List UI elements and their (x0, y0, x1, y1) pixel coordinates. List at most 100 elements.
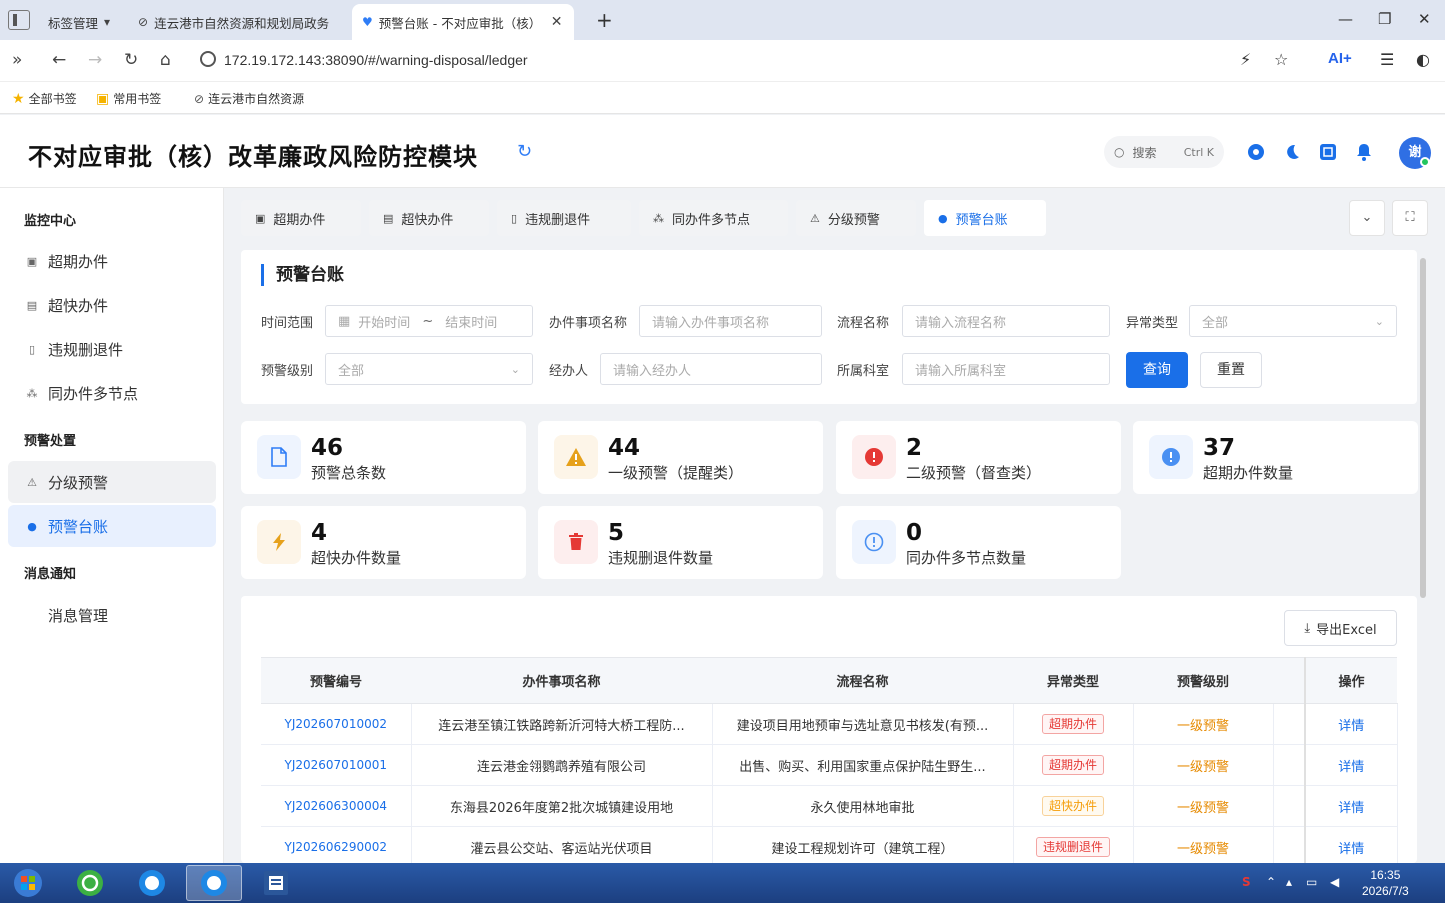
fullscreen-button[interactable]: ⛶ (1392, 200, 1428, 236)
menu-icon[interactable]: ☰ (1380, 50, 1394, 69)
browser-tab-label: 预警台账 - 不对应审批（核）改 (378, 15, 539, 31)
time-range-picker[interactable]: ▦ 开始时间 ~ 结束时间 (325, 305, 533, 337)
star-icon[interactable]: ☆ (1274, 50, 1288, 69)
home-icon[interactable]: ⌂ (160, 50, 171, 70)
handler-input[interactable]: 请输入经办人 (600, 353, 822, 385)
anomaly-badge: 超快办件 (1041, 796, 1104, 816)
new-tab-icon[interactable]: + (596, 8, 613, 32)
restore-icon[interactable]: ❐ (1378, 10, 1391, 28)
show-hidden-icon[interactable]: ▴ (1286, 875, 1292, 889)
bell-icon[interactable] (1355, 143, 1373, 161)
network-icon[interactable]: ▭ (1306, 875, 1317, 889)
taskbar-app-word-icon[interactable] (248, 865, 304, 901)
stat-card-multinode: 0 同办件多节点数量 (836, 506, 1121, 579)
detail-link[interactable]: 详情 (1338, 760, 1364, 775)
tab-multinode[interactable]: ⁂ 同办件多节点 (639, 200, 788, 236)
extension-icon[interactable]: ◐ (1416, 50, 1430, 69)
moon-icon[interactable] (1283, 143, 1301, 161)
taskbar-app-browser-active-icon[interactable] (186, 865, 242, 901)
sidebar-item-ledger[interactable]: ● 预警台账 (8, 505, 216, 547)
page-scrollbar[interactable] (1419, 250, 1427, 860)
ai-button[interactable]: AI+ (1328, 50, 1352, 67)
process-input[interactable]: 请输入流程名称 (902, 305, 1110, 337)
warning-id-link[interactable]: YJ202607010001 (285, 758, 388, 772)
search-input[interactable]: ○ 搜索 Ctrl K (1104, 136, 1224, 168)
tab-ledger[interactable]: ● 预警台账 (924, 200, 1046, 236)
item-name-cell: 东海县2026年度第2批次城镇建设用地 (411, 785, 713, 827)
sidebar-item-messages[interactable]: 消息管理 (8, 594, 216, 636)
fullscreen-icon[interactable] (1319, 143, 1337, 161)
stat-label: 预警总条数 (311, 464, 387, 482)
url-field[interactable]: 172.19.172.143:38090/#/warning-disposal/… (224, 52, 528, 68)
sidebar-item-deleted[interactable]: ▯ 违规删退件 (8, 328, 216, 370)
export-excel-button[interactable]: ⤓ 导出Excel (1284, 610, 1397, 646)
stat-card-fast: 4 超快办件数量 (241, 506, 526, 579)
browser-tab-bookmarks[interactable]: 标签管理 ▾ (38, 4, 120, 40)
column-header[interactable]: 异常类型 (1013, 657, 1133, 704)
table-row: YJ202607010002 连云港至镇江铁路跨新沂河特大桥工程防... 建设项… (261, 703, 1398, 745)
tabs-dropdown-button[interactable]: ⌄ (1349, 200, 1385, 236)
os-taskbar: S ⌃ ▴ ▭ ◀ 16:35 2026/7/3 (0, 863, 1445, 903)
column-header[interactable]: 预警级别 (1133, 657, 1273, 704)
back-icon[interactable]: ← (52, 50, 66, 70)
browser-tab-bureau[interactable]: ⊘ 连云港市自然资源和规划局政务 (128, 4, 338, 40)
item-name-input[interactable]: 请输入办件事项名称 (639, 305, 822, 337)
column-header[interactable]: 办件事项名称 (411, 657, 712, 704)
tab-fast[interactable]: ▤ 超快办件 (369, 200, 489, 236)
query-button[interactable]: 查询 (1126, 352, 1188, 388)
reload-icon[interactable]: ↻ (124, 50, 138, 70)
detail-link[interactable]: 详情 (1338, 842, 1364, 857)
sidebar-item-label: 同办件多节点 (48, 384, 139, 403)
card-title: 预警台账 (261, 264, 344, 286)
tab-label: 预警台账 (955, 212, 1008, 228)
minimize-icon[interactable]: — (1338, 10, 1353, 28)
tab-deleted[interactable]: ▯ 违规删退件 (497, 200, 631, 236)
volume-icon[interactable]: ◀ (1330, 875, 1339, 889)
close-window-icon[interactable]: ✕ (1418, 10, 1431, 28)
ime-icon[interactable]: S (1242, 875, 1251, 889)
taskbar-app-refresh-icon[interactable] (62, 865, 118, 901)
bookmark-all[interactable]: ★ 全部书签 (12, 90, 77, 107)
anomaly-select[interactable]: 全部 ⌄ (1189, 305, 1397, 337)
reset-button[interactable]: 重置 (1200, 352, 1262, 388)
warning-id-link[interactable]: YJ202607010002 (285, 717, 388, 731)
record-icon[interactable] (1247, 143, 1265, 161)
dept-input[interactable]: 请输入所属科室 (902, 353, 1110, 385)
nodes-icon: ⁂ (26, 386, 38, 400)
filter-card: 预警台账 时间范围 ▦ 开始时间 ~ 结束时间 办件事项名称 请输入办件事项名称… (241, 250, 1417, 404)
sidebar-toggle-icon[interactable] (8, 10, 30, 30)
system-clock[interactable]: 16:35 2026/7/3 (1362, 867, 1409, 899)
scrollbar-thumb[interactable] (1420, 258, 1426, 598)
stat-label: 超快办件数量 (311, 549, 402, 567)
warning-id-link[interactable]: YJ202606300004 (285, 799, 388, 813)
level-select[interactable]: 全部 ⌄ (325, 353, 533, 385)
refresh-icon[interactable]: ↻ (517, 141, 532, 162)
column-header[interactable]: 预警编号 (261, 657, 411, 704)
anomaly-badge: 超期办件 (1041, 755, 1104, 775)
sidebar-item-multinode[interactable]: ⁂ 同办件多节点 (8, 372, 216, 414)
sidebar-item-fast[interactable]: ▤ 超快办件 (8, 284, 216, 326)
sidebar-item-graded-warning[interactable]: ⚠ 分级预警 (8, 461, 216, 503)
expand-icon[interactable]: » (12, 50, 22, 70)
alarm-icon: ⚠ (810, 211, 820, 225)
bookmark-bureau[interactable]: ⊘ 连云港市自然资源 (194, 90, 304, 107)
taskbar-app-browser-icon[interactable] (124, 865, 180, 901)
detail-link[interactable]: 详情 (1338, 719, 1364, 734)
tab-graded-warning[interactable]: ⚠ 分级预警 (796, 200, 916, 236)
tab-label: 分级预警 (827, 212, 880, 228)
start-button[interactable] (0, 865, 56, 901)
bookmark-common[interactable]: ▣ 常用书签 (96, 90, 161, 107)
detail-link[interactable]: 详情 (1338, 801, 1364, 816)
close-tab-icon[interactable]: ✕ (551, 14, 563, 30)
browser-tab-ledger[interactable]: ♥ 预警台账 - 不对应审批（核）改 ✕ (352, 4, 574, 40)
forward-icon[interactable]: → (88, 50, 102, 70)
stat-value: 37 (1203, 435, 1236, 461)
tray-status-icon[interactable]: ⌃ (1266, 875, 1276, 889)
alarm-icon: ⚠ (27, 475, 37, 489)
tab-overdue[interactable]: ▣ 超期办件 (241, 200, 361, 236)
lightning-icon[interactable]: ⚡ (1240, 50, 1251, 69)
warning-id-link[interactable]: YJ202606290002 (285, 840, 388, 854)
level-text: 一级预警 (1176, 718, 1229, 734)
column-header[interactable]: 流程名称 (712, 657, 1013, 704)
sidebar-item-overdue[interactable]: ▣ 超期办件 (8, 240, 216, 282)
